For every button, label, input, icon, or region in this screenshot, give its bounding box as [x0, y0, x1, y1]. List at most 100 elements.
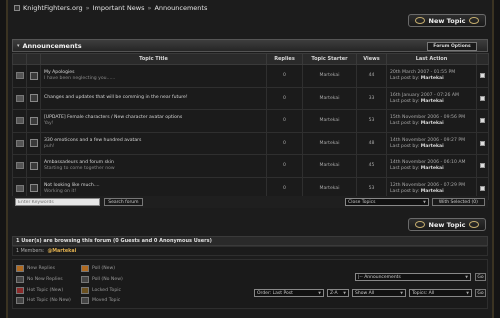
col-topic-title[interactable]: Topic Title [40, 53, 267, 65]
starter-cell[interactable]: Martekai [302, 86, 357, 110]
last-action-cell: 15th November 2006 - 09:56 PM Last post b… [386, 109, 477, 133]
type-cell [26, 64, 41, 88]
new-topic-label: New Topic [428, 220, 466, 229]
last-post-prefix: Last post by: [390, 121, 420, 127]
starter-cell[interactable]: Martekai [302, 131, 357, 155]
new-topic-button-bottom[interactable]: New Topic [408, 218, 486, 231]
legend-label: No New Replies [27, 277, 63, 282]
last-post-author[interactable]: Martekai [421, 99, 444, 104]
topic-title-link[interactable]: Ambassadeurs and forum skin [44, 160, 266, 165]
breadcrumb-forum[interactable]: Announcements [154, 4, 207, 12]
moderation-select[interactable]: Close Topics ▼ [345, 198, 429, 206]
col-replies[interactable]: Replies [266, 53, 303, 65]
replies-cell[interactable]: 0 [266, 86, 303, 110]
collapse-icon[interactable]: ▾ [17, 43, 20, 49]
views-cell: 44 [356, 64, 387, 88]
last-post-date: 12th November 2006 - 07:29 PM [390, 182, 466, 188]
starter-cell[interactable]: Martekai [302, 154, 357, 178]
last-post-author[interactable]: Martekai [421, 166, 444, 171]
chevron-down-icon: ▼ [318, 291, 321, 295]
hot-topic-new-icon [16, 287, 24, 294]
forum-jump-go-button[interactable]: Go [475, 273, 486, 281]
col-topic-starter[interactable]: Topic Starter [302, 53, 357, 65]
table-row: Changes and updates that will be comming… [12, 86, 489, 110]
ornament-icon [414, 17, 425, 24]
topic-title-link[interactable]: Changes and updates that will be comming… [44, 95, 266, 100]
moved-topic-icon [81, 297, 89, 304]
starter-cell[interactable]: Martekai [302, 64, 357, 88]
topic-title-link[interactable]: [UPDATE] Female characters / New charact… [44, 115, 266, 120]
topic-subtitle: I have been neglecting you...... [44, 76, 116, 82]
legend-label: Poll (New) [92, 266, 116, 271]
replies-cell[interactable]: 0 [266, 131, 303, 155]
topic-title-cell: Changes and updates that will be comming… [40, 86, 267, 110]
go-label: Go [477, 274, 484, 280]
last-action-cell: 14th November 2006 - 09:27 PM Last post b… [386, 131, 477, 155]
forum-jump-select[interactable]: |-- Announcements ▼ [355, 273, 471, 281]
topic-checkbox[interactable] [480, 95, 485, 101]
legend-label: Moved Topic [92, 298, 121, 303]
topic-subtitle: Working on it! [44, 188, 77, 194]
search-forum-button[interactable]: Search forum [103, 198, 144, 206]
type-cell [26, 109, 41, 133]
show-range-select[interactable]: Show All ▼ [352, 289, 406, 297]
last-post-info: Last post by: Martekai [390, 76, 476, 81]
poll-no-new-icon [81, 276, 89, 283]
last-post-date: 14th November 2006 - 06:10 AM [390, 160, 466, 166]
last-post-info: Last post by: Martekai [390, 189, 476, 194]
replies-cell[interactable]: 0 [266, 64, 303, 88]
folder-icon [15, 117, 24, 125]
legend-new-replies: New Replies [16, 265, 55, 272]
col-last-action[interactable]: Last Action [386, 53, 477, 65]
online-users-summary: 1 User(s) are browsing this forum (0 Gue… [16, 238, 212, 244]
topic-title-link[interactable]: Not looking like much.... [44, 183, 266, 188]
folder-cell [12, 86, 27, 110]
chevron-down-icon: ▼ [423, 200, 426, 204]
views-cell: 33 [356, 86, 387, 110]
last-post-info: Last post by: Martekai [390, 99, 476, 104]
last-post-author[interactable]: Martekai [421, 121, 444, 126]
new-topic-button[interactable]: New Topic [408, 14, 486, 27]
with-selected-button[interactable]: With Selected (0) [431, 198, 485, 206]
last-post-info: Last post by: Martekai [390, 144, 476, 149]
topic-subtitle: Starting to come together now [44, 166, 115, 172]
forum-title: Announcements [22, 41, 82, 50]
go-label: Go [477, 290, 484, 296]
legend-no-new-replies: No New Replies [16, 276, 63, 283]
ornament-icon [469, 17, 480, 24]
topic-checkbox[interactable] [480, 163, 485, 169]
topics-filter-select[interactable]: Topics: All ▼ [409, 289, 472, 297]
folder-icon [15, 139, 24, 147]
folder-cell [12, 64, 27, 88]
topic-title-link[interactable]: 330 emoticons and a few hundred avatars [44, 138, 266, 143]
last-post-author[interactable]: Martekai [421, 76, 444, 81]
announcement-icon [29, 94, 38, 103]
legend-hot-topic-no-new: Hot Topic (No New) [16, 297, 71, 304]
sort-go-button[interactable]: Go [475, 289, 486, 297]
breadcrumb-section[interactable]: Important News [93, 4, 145, 12]
online-member-link[interactable]: @Martekai [47, 249, 76, 254]
legend-poll-new: Poll (New) [81, 265, 115, 272]
last-post-prefix: Last post by: [390, 76, 420, 82]
keywords-input[interactable] [15, 198, 100, 206]
ornament-icon [414, 221, 425, 228]
replies-cell[interactable]: 0 [266, 109, 303, 133]
topic-checkbox[interactable] [480, 73, 485, 79]
search-forum-label: Search forum [108, 199, 139, 205]
breadcrumb-site[interactable]: KnightFighters.org [23, 4, 83, 12]
forum-header: ▾ Announcements Forum Options [12, 39, 488, 52]
col-views[interactable]: Views [356, 53, 387, 65]
announcement-icon [29, 71, 38, 80]
breadcrumb-separator: » [147, 4, 152, 12]
topic-checkbox[interactable] [480, 140, 485, 146]
last-post-author[interactable]: Martekai [421, 189, 444, 194]
replies-cell[interactable]: 0 [266, 154, 303, 178]
topic-title-link[interactable]: My Apologies [44, 70, 266, 75]
sort-order-select[interactable]: Order: Last Post ▼ [254, 289, 324, 297]
last-post-author[interactable]: Martekai [421, 144, 444, 149]
topic-checkbox[interactable] [480, 185, 485, 191]
sort-direction-select[interactable]: Z-A ▼ [327, 289, 349, 297]
topic-checkbox[interactable] [480, 118, 485, 124]
forum-options-button[interactable]: Forum Options [427, 42, 477, 51]
starter-cell[interactable]: Martekai [302, 109, 357, 133]
